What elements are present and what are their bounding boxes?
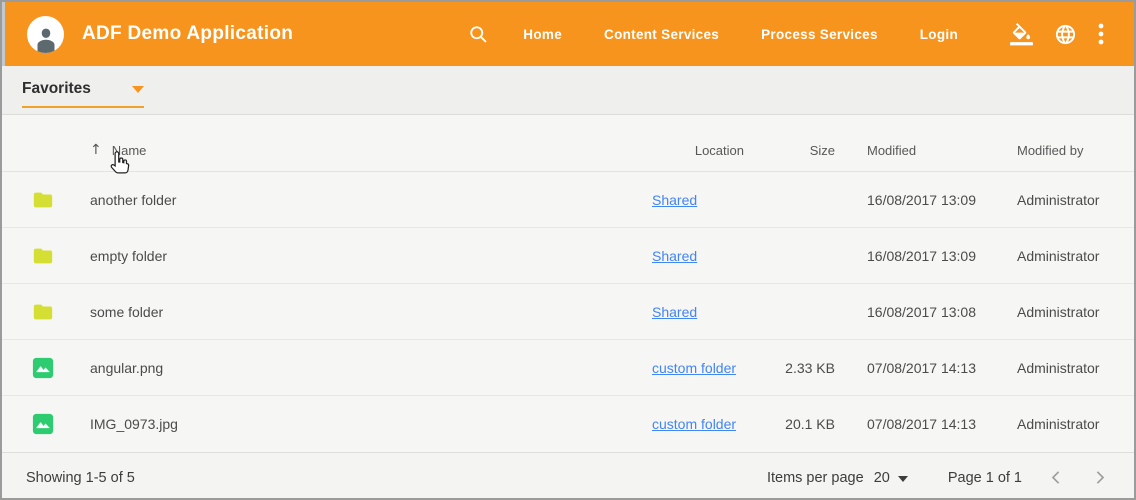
previous-page-button[interactable] [1048,469,1065,486]
table-row[interactable]: some folder Shared 16/08/2017 13:08 Admi… [2,284,1134,340]
nav-item-process-services[interactable]: Process Services [761,27,878,42]
folder-icon [32,189,54,211]
language-globe-icon[interactable] [1054,23,1077,46]
modified-date: 16/08/2017 13:09 [867,248,1017,264]
folder-icon [32,245,54,267]
modified-by: Administrator [1017,360,1134,376]
showing-count: Showing 1-5 of 5 [26,470,135,486]
file-table: ↑ Name Location Size Modified Modified b… [2,115,1134,452]
image-file-icon [32,357,54,379]
modified-date: 07/08/2017 14:13 [867,360,1017,376]
location-link[interactable]: Shared [652,192,697,208]
column-header-name[interactable]: Name [112,143,147,158]
next-page-button[interactable] [1091,469,1108,486]
file-name[interactable]: angular.png [60,360,652,376]
table-row[interactable]: empty folder Shared 16/08/2017 13:09 Adm… [2,228,1134,284]
theme-color-fill-icon[interactable] [1010,23,1033,46]
nav-item-content-services[interactable]: Content Services [604,27,719,42]
items-per-page-label: Items per page [767,470,864,486]
file-size: 20.1 KB [744,416,835,432]
folder-icon [32,301,54,323]
modified-by: Administrator [1017,304,1134,320]
location-link[interactable]: Shared [652,248,697,264]
pagination-footer: Showing 1-5 of 5 Items per page 20 Page … [2,452,1134,498]
chevron-down-icon [898,476,908,482]
file-size: 2.33 KB [744,360,835,376]
modified-by: Administrator [1017,248,1134,264]
location-link[interactable]: custom folder [652,416,736,432]
chevron-down-icon [132,86,144,93]
file-name[interactable]: empty folder [60,248,652,264]
avatar[interactable] [27,16,64,53]
file-name[interactable]: another folder [60,192,652,208]
page-title: ADF Demo Application [82,23,293,45]
location-link[interactable]: Shared [652,304,697,320]
column-header-modified-by[interactable]: Modified by [1017,143,1134,158]
main-nav: Home Content Services Process Services L… [523,27,1000,42]
modified-by: Administrator [1017,416,1134,432]
location-link[interactable]: custom folder [652,360,736,376]
app-window: ADF Demo Application Home Content Servic… [0,0,1136,500]
column-header-modified[interactable]: Modified [867,143,1017,158]
app-header: ADF Demo Application Home Content Servic… [5,2,1134,66]
file-name[interactable]: IMG_0973.jpg [60,416,652,432]
table-row[interactable]: another folder Shared 16/08/2017 13:09 A… [2,172,1134,228]
table-body: another folder Shared 16/08/2017 13:09 A… [2,172,1134,452]
file-name[interactable]: some folder [60,304,652,320]
modified-date: 07/08/2017 14:13 [867,416,1017,432]
page-indicator: Page 1 of 1 [948,470,1022,486]
more-vert-icon[interactable] [1098,22,1104,46]
modified-date: 16/08/2017 13:09 [867,192,1017,208]
nav-item-login[interactable]: Login [920,27,958,42]
items-per-page-select[interactable]: 20 [874,470,908,486]
table-row[interactable]: IMG_0973.jpg custom folder 20.1 KB 07/08… [2,396,1134,452]
table-row[interactable]: angular.png custom folder 2.33 KB 07/08/… [2,340,1134,396]
sort-ascending-icon[interactable]: ↑ [90,142,102,158]
breadcrumb-toolbar: Favorites [2,66,1134,115]
table-header-row: ↑ Name Location Size Modified Modified b… [2,115,1134,172]
favorites-label: Favorites [22,80,91,98]
user-icon [31,23,61,53]
image-file-icon [32,413,54,435]
modified-date: 16/08/2017 13:08 [867,304,1017,320]
search-icon[interactable] [468,24,489,45]
nav-item-home[interactable]: Home [523,27,562,42]
items-per-page-value: 20 [874,470,890,486]
favorites-dropdown[interactable]: Favorites [22,80,144,108]
column-header-location[interactable]: Location [652,143,744,158]
modified-by: Administrator [1017,192,1134,208]
column-header-size[interactable]: Size [744,143,835,158]
